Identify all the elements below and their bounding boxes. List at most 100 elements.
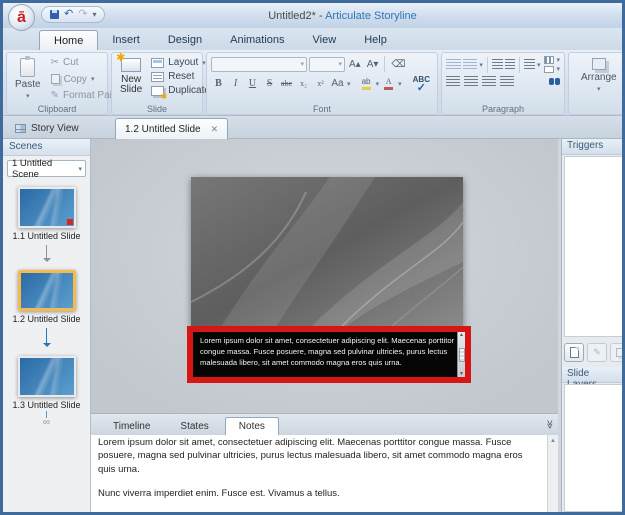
- tab-home[interactable]: Home: [39, 30, 99, 50]
- find-icon[interactable]: [549, 78, 560, 85]
- font-name-select[interactable]: ▾: [211, 56, 307, 72]
- new-slide-icon: [116, 51, 142, 72]
- change-case-dropdown-icon[interactable]: ▾: [347, 80, 351, 88]
- slide-background-image[interactable]: [190, 167, 464, 328]
- articulate-logo-button[interactable]: ā: [8, 4, 35, 31]
- align-right-icon[interactable]: [482, 76, 496, 87]
- tab-timeline[interactable]: Timeline: [99, 417, 164, 435]
- font-color-button[interactable]: A: [381, 76, 396, 91]
- justify-icon[interactable]: [500, 76, 514, 87]
- tab-states[interactable]: States: [166, 417, 222, 435]
- scroll-thumb[interactable]: [458, 347, 465, 362]
- underline-button[interactable]: U: [245, 76, 260, 91]
- paste-button[interactable]: Paste ▾: [11, 56, 45, 102]
- new-trigger-button[interactable]: [564, 342, 584, 362]
- subscript-button[interactable]: x₂: [296, 76, 311, 91]
- slide-stage[interactable]: Lorem ipsum dolor sit amet, consectetuer…: [91, 139, 558, 413]
- bold-button[interactable]: B: [211, 76, 226, 91]
- grow-font-button[interactable]: A▴: [347, 57, 363, 72]
- spell-check-icon: ✓: [416, 82, 426, 94]
- right-panel: Triggers ✎ Slide Layers: [561, 139, 622, 512]
- selected-text-box[interactable]: Lorem ipsum dolor sit amet, consectetuer…: [187, 326, 471, 383]
- story-view-button[interactable]: Story View: [7, 119, 87, 137]
- slide-thumbnail-1-3[interactable]: [17, 356, 76, 397]
- line-spacing-icon[interactable]: [524, 59, 535, 70]
- tab-view[interactable]: View: [299, 30, 351, 50]
- scene-select-dropdown-icon: ▾: [78, 165, 82, 173]
- numbered-list-icon[interactable]: [462, 59, 478, 70]
- cut-icon: ✂: [50, 57, 59, 68]
- superscript-button[interactable]: x²: [313, 76, 328, 91]
- change-case-button[interactable]: Aa: [330, 76, 345, 91]
- scroll-up-icon[interactable]: ▲: [459, 332, 464, 338]
- separator: [519, 56, 521, 73]
- story-view-icon: [15, 123, 26, 133]
- duplicate-label: Duplicate: [168, 85, 210, 96]
- triggers-toolbar: ✎: [564, 340, 622, 364]
- strikethrough-button[interactable]: S: [262, 76, 277, 91]
- double-strike-button[interactable]: abc: [279, 76, 294, 91]
- scroll-down-icon[interactable]: ▼: [459, 371, 464, 377]
- arrange-dropdown-icon[interactable]: ▾: [597, 85, 601, 93]
- undo-icon[interactable]: ↶: [64, 9, 73, 20]
- tab-insert[interactable]: Insert: [98, 30, 154, 50]
- title-bar: ā ↶ ↷ ▾ Untitled2* - Articulate Storylin…: [3, 3, 622, 31]
- slide-thumbnail-1-1[interactable]: [17, 187, 76, 228]
- reset-button[interactable]: Reset: [151, 71, 210, 82]
- collapse-panel-icon[interactable]: ≫: [544, 420, 555, 429]
- columns-dropdown-icon[interactable]: ▾: [556, 56, 560, 64]
- tab-notes[interactable]: Notes: [224, 417, 279, 435]
- paste-dropdown-icon[interactable]: ▾: [26, 92, 30, 100]
- font-color-bar: [384, 86, 394, 90]
- quick-access-toolbar: ↶ ↷ ▾: [41, 6, 106, 23]
- list-dropdown-icon[interactable]: ▾: [479, 61, 483, 69]
- align-left-icon[interactable]: [446, 76, 460, 87]
- clear-formatting-icon[interactable]: ⌫: [389, 57, 407, 72]
- slide-layers-list[interactable]: [564, 384, 622, 512]
- paste-icon: [20, 56, 36, 77]
- ribbon-tab-bar: Home Insert Design Animations View Help: [3, 28, 622, 50]
- copy-label: Copy: [63, 73, 87, 85]
- scene-select[interactable]: 1 Untitled Scene ▾: [7, 158, 86, 180]
- arrange-button[interactable]: Arrange ▾: [577, 56, 621, 96]
- ribbon: Paste ▾ ✂ Cut Copy ▾ ✎ Format Painter Cl…: [3, 50, 622, 116]
- increase-indent-icon[interactable]: [504, 59, 516, 70]
- new-slide-button[interactable]: New Slide: [116, 51, 146, 97]
- save-icon[interactable]: [50, 10, 59, 19]
- text-box-scrollbar[interactable]: ▲ ▼: [457, 332, 465, 377]
- text-direction-icon[interactable]: [544, 65, 555, 73]
- tab-animations[interactable]: Animations: [216, 30, 298, 50]
- decrease-indent-icon[interactable]: [491, 59, 503, 70]
- clipboard-group-label: Clipboard: [37, 104, 77, 114]
- copy-dropdown-icon[interactable]: ▾: [91, 75, 95, 83]
- highlight-dropdown-icon[interactable]: ▾: [376, 80, 380, 88]
- spell-check-button[interactable]: ABC ✓: [410, 75, 433, 94]
- quick-access-dropdown-icon[interactable]: ▾: [92, 10, 96, 19]
- copy-icon: [50, 74, 60, 84]
- line-spacing-dropdown-icon[interactable]: ▾: [537, 61, 541, 69]
- scroll-up-icon[interactable]: ▲: [548, 435, 558, 447]
- italic-button[interactable]: I: [228, 76, 243, 91]
- shrink-font-button[interactable]: A▾: [365, 57, 381, 72]
- duplicate-button[interactable]: Duplicate: [151, 85, 210, 101]
- reset-label: Reset: [168, 71, 195, 82]
- notes-editor[interactable]: Lorem ipsum dolor sit amet, consectetuer…: [92, 435, 547, 511]
- notes-scrollbar[interactable]: ▲: [547, 435, 558, 512]
- align-center-icon[interactable]: [464, 76, 478, 87]
- arrange-label: Arrange: [581, 72, 617, 83]
- bottom-tab-bar: Timeline States Notes ≫: [91, 414, 558, 435]
- bullet-list-icon[interactable]: [446, 59, 461, 70]
- font-size-select[interactable]: ▾: [309, 56, 345, 72]
- close-tab-icon[interactable]: ✕: [211, 124, 219, 135]
- font-color-dropdown-icon[interactable]: ▾: [398, 80, 402, 88]
- tab-design[interactable]: Design: [154, 30, 216, 50]
- layout-button[interactable]: Layout ▾: [151, 57, 210, 68]
- slide-tab-1-2[interactable]: 1.2 Untitled Slide ✕: [115, 118, 229, 139]
- triggers-list[interactable]: [564, 156, 622, 337]
- columns-icon[interactable]: [544, 56, 555, 64]
- highlight-color-button[interactable]: ab: [359, 76, 374, 91]
- slide-thumbnail-1-2-selected[interactable]: [17, 270, 76, 311]
- text-direction-dropdown-icon[interactable]: ▾: [556, 65, 560, 73]
- text-box-content[interactable]: Lorem ipsum dolor sit amet, consectetuer…: [193, 332, 457, 377]
- tab-help[interactable]: Help: [350, 30, 401, 50]
